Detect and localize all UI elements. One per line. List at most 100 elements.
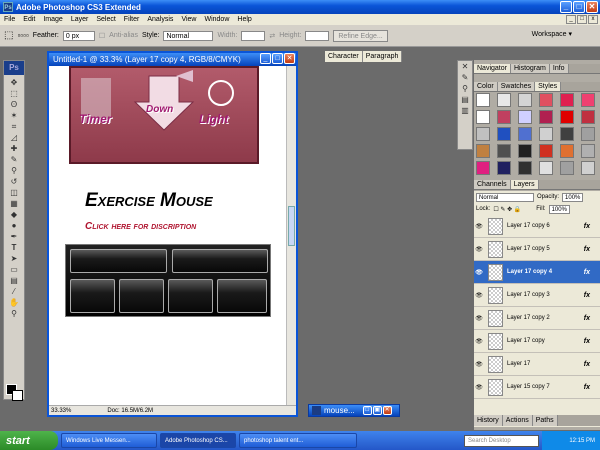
shape-tool-icon[interactable]: ▭ bbox=[4, 264, 24, 275]
menu-analysis[interactable]: Analysis bbox=[147, 16, 173, 23]
layer-row[interactable]: 👁 Layer 17 copy 5 fx bbox=[474, 238, 600, 261]
menu-layer[interactable]: Layer bbox=[71, 16, 89, 23]
visibility-eye-icon[interactable]: 👁 bbox=[474, 223, 484, 230]
style-swatch[interactable] bbox=[518, 161, 532, 175]
tab-paragraph[interactable]: Paragraph bbox=[362, 51, 403, 62]
style-swatch[interactable] bbox=[518, 144, 532, 158]
eyedropper-icon[interactable]: ⁄ bbox=[4, 286, 24, 297]
history-brush-icon[interactable]: ↺ bbox=[4, 176, 24, 187]
blur-tool-icon[interactable]: ◆ bbox=[4, 209, 24, 220]
brush-tool-icon[interactable]: ✎ bbox=[4, 154, 24, 165]
menu-select[interactable]: Select bbox=[96, 16, 115, 23]
layer-comps-icon[interactable]: ▤ bbox=[458, 94, 472, 105]
doc-window-close[interactable]: ✕ bbox=[284, 53, 295, 64]
style-swatch[interactable] bbox=[560, 93, 574, 107]
style-swatch[interactable] bbox=[560, 161, 574, 175]
healing-brush-icon[interactable]: ✚ bbox=[4, 143, 24, 154]
scrollbar-thumb[interactable] bbox=[288, 206, 295, 246]
clone-source-icon[interactable]: ⚲ bbox=[458, 83, 472, 94]
style-swatch[interactable] bbox=[497, 144, 511, 158]
style-swatch[interactable] bbox=[476, 127, 490, 141]
marquee-tool-icon[interactable]: ⬚ bbox=[4, 30, 13, 41]
layer-fx-icon[interactable]: fx bbox=[584, 292, 590, 299]
refine-edge-button[interactable]: Refine Edge... bbox=[333, 29, 388, 42]
glossy-button-3[interactable] bbox=[168, 279, 213, 313]
style-swatch[interactable] bbox=[518, 93, 532, 107]
glossy-button-wide[interactable] bbox=[70, 249, 167, 273]
style-swatch[interactable] bbox=[539, 93, 553, 107]
info-panel-icon[interactable]: ▥ bbox=[458, 105, 472, 116]
tab-history[interactable]: History bbox=[474, 415, 503, 426]
tab-channels[interactable]: Channels bbox=[474, 180, 511, 189]
eraser-tool-icon[interactable]: ◫ bbox=[4, 187, 24, 198]
swap-icon[interactable]: ⇄ bbox=[269, 32, 275, 40]
layer-row[interactable]: 👁 Layer 17 fx bbox=[474, 353, 600, 376]
style-swatch[interactable] bbox=[581, 144, 595, 158]
style-select[interactable]: Normal bbox=[163, 30, 214, 41]
visibility-eye-icon[interactable]: 👁 bbox=[474, 361, 484, 368]
minidoc-close[interactable]: ✕ bbox=[382, 406, 392, 415]
glossy-button-2[interactable] bbox=[119, 279, 164, 313]
layer-fx-icon[interactable]: fx bbox=[584, 384, 590, 391]
start-button[interactable]: start bbox=[0, 431, 58, 450]
feather-input[interactable]: 0 px bbox=[62, 30, 95, 41]
glossy-button-4[interactable] bbox=[217, 279, 267, 313]
style-swatch[interactable] bbox=[539, 144, 553, 158]
visibility-eye-icon[interactable]: 👁 bbox=[474, 292, 484, 299]
menu-edit[interactable]: Edit bbox=[23, 16, 35, 23]
taskbar-browser[interactable]: photoshop talent ent... bbox=[239, 433, 357, 448]
style-swatch[interactable] bbox=[581, 110, 595, 124]
blend-mode-select[interactable]: Normal bbox=[476, 192, 534, 202]
style-swatch[interactable] bbox=[560, 110, 574, 124]
tab-character[interactable]: Character bbox=[325, 51, 363, 62]
tab-info[interactable]: Info bbox=[549, 64, 569, 73]
lasso-tool-icon[interactable]: ʘ bbox=[4, 99, 24, 110]
layer-fx-icon[interactable]: fx bbox=[584, 315, 590, 322]
layer-row[interactable]: 👁 Layer 17 copy fx bbox=[474, 330, 600, 353]
document-vertical-scrollbar[interactable] bbox=[286, 66, 296, 408]
style-swatch[interactable] bbox=[539, 161, 553, 175]
notes-tool-icon[interactable]: ▤ bbox=[4, 275, 24, 286]
layer-fx-icon[interactable]: fx bbox=[584, 223, 590, 230]
minidoc-maximize[interactable]: ▣ bbox=[372, 406, 382, 415]
style-swatch[interactable] bbox=[497, 161, 511, 175]
brushes-icon[interactable]: ✎ bbox=[458, 72, 472, 83]
crop-tool-icon[interactable]: ⌗ bbox=[4, 121, 24, 132]
path-select-icon[interactable]: ➤ bbox=[4, 253, 24, 264]
style-swatch[interactable] bbox=[497, 110, 511, 124]
opacity-input[interactable]: 100% bbox=[562, 192, 584, 202]
glossy-button-group[interactable] bbox=[172, 249, 268, 273]
menu-file[interactable]: File bbox=[4, 16, 15, 23]
magic-wand-icon[interactable]: ✶ bbox=[4, 110, 24, 121]
style-swatch[interactable] bbox=[539, 110, 553, 124]
layer-row[interactable]: 👁 Layer 17 copy 3 fx bbox=[474, 284, 600, 307]
layer-fx-icon[interactable]: fx bbox=[584, 338, 590, 345]
taskbar-messenger[interactable]: Windows Live Messen... bbox=[61, 433, 157, 448]
gradient-tool-icon[interactable]: ▦ bbox=[4, 198, 24, 209]
zoom-tool-icon[interactable]: ⚲ bbox=[4, 308, 24, 319]
tab-swatches[interactable]: Swatches bbox=[497, 82, 536, 91]
restore-button[interactable]: □ bbox=[573, 1, 585, 13]
style-swatch[interactable] bbox=[581, 93, 595, 107]
layer-fx-icon[interactable]: fx bbox=[584, 246, 590, 253]
doc-minimize-button[interactable]: _ bbox=[566, 15, 576, 24]
style-swatch[interactable] bbox=[560, 127, 574, 141]
tab-actions[interactable]: Actions bbox=[502, 415, 533, 426]
workspace-button[interactable]: Workspace ▾ bbox=[532, 30, 572, 38]
clone-stamp-icon[interactable]: ⚲ bbox=[4, 165, 24, 176]
tab-color[interactable]: Color bbox=[474, 82, 498, 91]
document-title-bar[interactable]: Untitled-1 @ 33.3% (Layer 17 copy 4, RGB… bbox=[49, 53, 296, 66]
height-input[interactable] bbox=[305, 30, 330, 41]
antialias-checkbox[interactable]: ☐ bbox=[99, 32, 105, 40]
style-swatch[interactable] bbox=[560, 144, 574, 158]
close-button[interactable]: ✕ bbox=[586, 1, 598, 13]
style-swatch[interactable] bbox=[476, 144, 490, 158]
doc-window-minimize[interactable]: _ bbox=[260, 53, 271, 64]
style-swatch[interactable] bbox=[497, 93, 511, 107]
width-input[interactable] bbox=[241, 30, 266, 41]
menu-view[interactable]: View bbox=[181, 16, 196, 23]
type-tool-icon[interactable]: T bbox=[4, 242, 24, 253]
tab-histogram[interactable]: Histogram bbox=[510, 64, 550, 73]
minidoc-restore[interactable]: □ bbox=[362, 406, 372, 415]
selection-mode-icons[interactable]: ▫▫▫▫ bbox=[17, 31, 28, 40]
